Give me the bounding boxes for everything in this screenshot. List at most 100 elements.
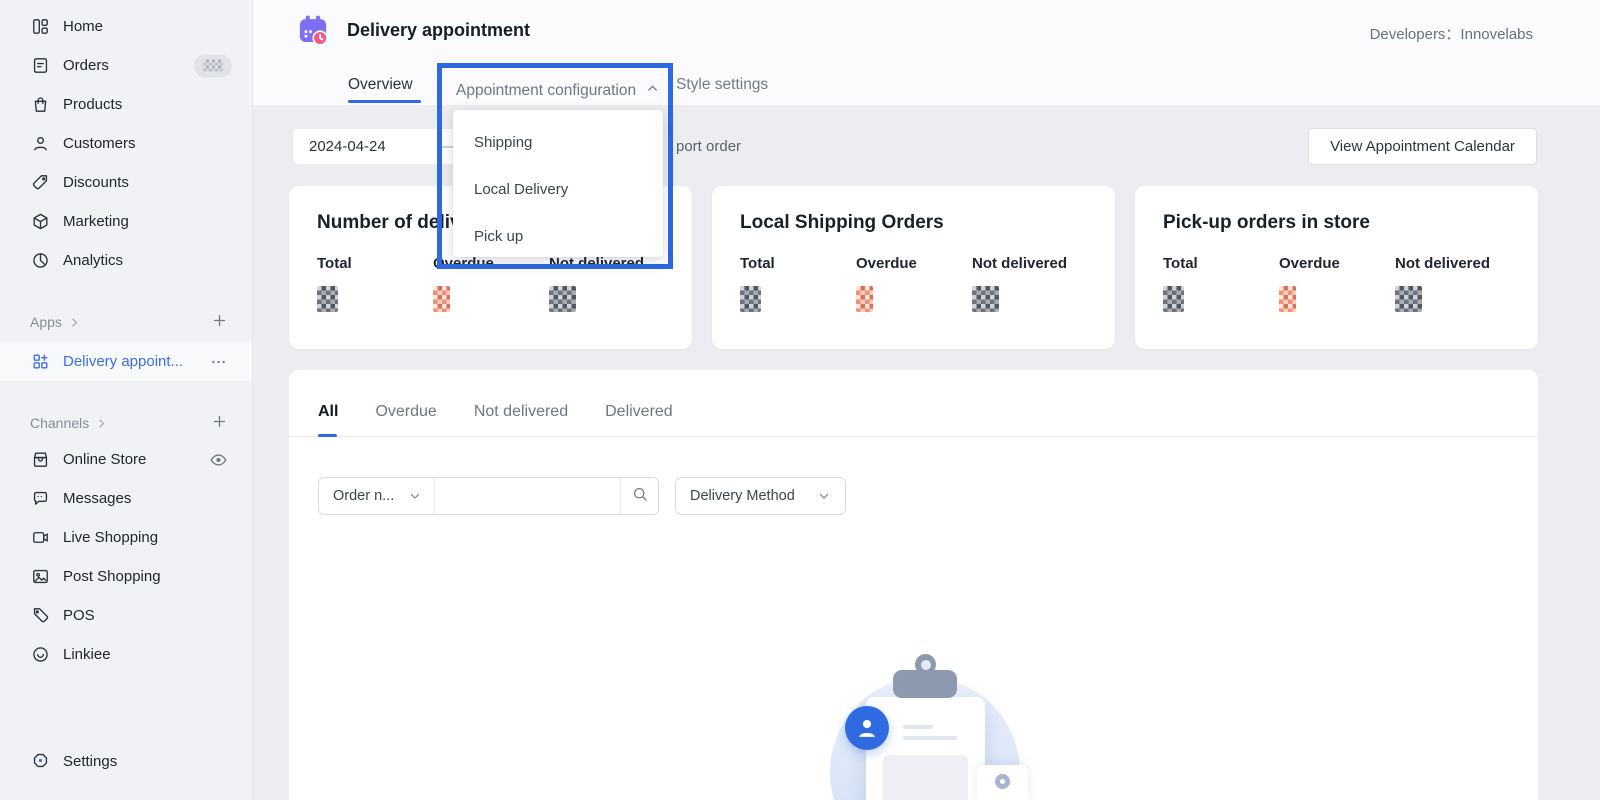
view-appointment-calendar-button[interactable]: View Appointment Calendar [1308,128,1537,165]
sidebar-item-products[interactable]: Products [0,85,252,124]
sidebar-channel-live-shopping[interactable]: Live Shopping [0,518,252,557]
live-shopping-icon [30,528,50,548]
caret-up-icon [645,81,660,101]
orders-filters: Order n... Delivery Method [318,477,1538,515]
apps-section-label: Apps [30,314,62,330]
sidebar-main-nav: HomeOrdersProductsCustomersDiscountsMark… [0,7,252,280]
stat-label: Not delivered [972,255,1088,272]
chevron-down-icon [408,489,422,503]
sidebar-item-customers[interactable]: Customers [0,124,252,163]
orders-tab-not-delivered[interactable]: Not delivered [474,403,568,436]
search-icon [631,485,649,508]
censored-value [740,286,761,312]
stat-label: Not delivered [1395,255,1511,272]
clipboard-text-line [903,736,957,740]
sidebar-item-analytics[interactable]: Analytics [0,241,252,280]
clipboard-text-line [903,725,933,729]
search-field-value: Order n... [333,488,394,504]
annotation-highlight-box: Appointment configuration ShippingLocal … [437,63,673,269]
storefront-icon [30,450,50,470]
person-icon [995,774,1010,789]
clipboard-content-block [883,755,968,800]
plus-icon [211,312,228,332]
sidebar-channel-post-shopping[interactable]: Post Shopping [0,557,252,596]
order-search-group: Order n... [318,477,659,515]
stat-label: Total [740,255,856,272]
stat-total: Total [317,255,433,312]
sidebar-channel-messages[interactable]: Messages [0,479,252,518]
delivery-method-selector[interactable]: Delivery Method [675,477,846,515]
sidebar-app-delivery-appoint[interactable]: Delivery appoint... [0,342,252,381]
clipboard-clip-hole [921,660,931,670]
sidebar-item-home[interactable]: Home [0,7,252,46]
plus-icon [211,413,228,433]
sidebar: HomeOrdersProductsCustomersDiscountsMark… [0,0,253,800]
add-channel-button[interactable] [211,413,228,433]
sidebar-channel-linkiee[interactable]: Linkiee [0,635,252,674]
orders-tab-overdue[interactable]: Overdue [375,403,436,436]
censored-value [856,286,873,312]
more-icon[interactable] [209,352,228,371]
sidebar-channel-online-store[interactable]: Online Store [0,440,252,479]
stat-label: Total [317,255,433,272]
sidebar-apps-nav: Delivery appoint... [0,342,252,381]
orders-tab-all[interactable]: All [318,403,338,436]
stat-overdue: Overdue [856,255,972,312]
add-app-button[interactable] [211,312,228,332]
products-icon [30,95,50,115]
channels-section-label: Channels [30,415,89,431]
orders-tab-delivered[interactable]: Delivered [605,403,673,436]
dropdown-item-local-delivery[interactable]: Local Delivery [453,166,663,213]
person-icon [853,714,881,742]
sidebar-item-discounts[interactable]: Discounts [0,163,252,202]
linkiee-icon [30,645,50,665]
sidebar-channels-nav: Online StoreMessagesLive ShoppingPost Sh… [0,440,252,674]
empty-state-user-avatar [845,706,889,750]
censored-value [317,286,338,312]
eye-icon[interactable] [209,450,228,469]
orders-filter-tabs: All Overdue Not delivered Delivered [289,370,1538,437]
order-search-input[interactable] [434,478,620,514]
stat-not-delivered: Not delivered [1395,255,1511,312]
stat-label: Overdue [1279,255,1395,272]
sidebar-section-apps[interactable]: Apps [0,303,252,341]
analytics-icon [30,251,50,271]
grid-plus-icon [30,352,50,372]
discounts-icon [30,173,50,193]
post-shopping-icon [30,567,50,587]
sidebar-section-channels[interactable]: Channels [0,404,252,442]
stat-label: Overdue [856,255,972,272]
tab-overview[interactable]: Overview [348,76,413,94]
search-button[interactable] [620,478,658,514]
chevron-down-icon [817,489,831,503]
account-label: Developers：Innovelabs [1370,23,1533,44]
stat-total: Total [740,255,856,312]
delivery-method-value: Delivery Method [690,488,795,504]
stat-total: Total [1163,255,1279,312]
stat-not-delivered: Not delivered [972,255,1088,312]
orders-icon [30,56,50,76]
customers-icon [30,134,50,154]
censored-value [203,60,223,72]
tab-style-settings[interactable]: Style settings [676,76,768,94]
date-start-value: 2024-04-24 [309,138,386,155]
sidebar-item-marketing[interactable]: Marketing [0,202,252,241]
stat-card-pick-up-orders-in-store: Pick-up orders in store TotalOverdueNot d… [1135,186,1538,349]
censored-value [549,286,576,312]
stat-card-title: Local Shipping Orders [740,212,1115,234]
censored-value [1395,286,1422,312]
appointment-configuration-label: Appointment configuration [456,82,636,100]
stat-label: Total [1163,255,1279,272]
censored-value [1279,286,1296,312]
home-icon [30,17,50,37]
stat-card-title: Pick-up orders in store [1163,212,1538,234]
dropdown-item-shipping[interactable]: Shipping [453,119,663,166]
dropdown-item-pick-up[interactable]: Pick up [453,213,663,260]
export-order-button-partial[interactable]: port order [676,138,741,155]
search-field-selector[interactable]: Order n... [319,478,434,514]
sidebar-channel-pos[interactable]: POS [0,596,252,635]
sidebar-item-settings[interactable]: Settings [0,742,252,781]
censored-value [433,286,450,312]
tab-appointment-configuration[interactable]: Appointment configuration [456,81,660,101]
sidebar-item-orders[interactable]: Orders [0,46,252,85]
